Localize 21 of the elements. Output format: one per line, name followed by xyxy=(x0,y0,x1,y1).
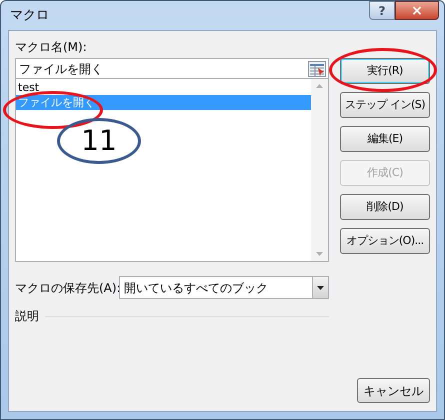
help-button[interactable]: ? xyxy=(369,1,395,20)
storage-dropdown[interactable]: 開いているすべてのブック xyxy=(119,276,329,299)
dialog-button[interactable]: 編集(E) xyxy=(340,126,430,152)
dialog-button[interactable]: ステップ イン(S) xyxy=(340,92,430,118)
dialog-button[interactable]: 削除(D) xyxy=(340,194,430,220)
dialog-button[interactable]: オプション(O)... xyxy=(340,228,430,254)
macro-list-item[interactable]: test xyxy=(16,80,311,95)
dialog-button[interactable]: 実行(R) xyxy=(340,58,430,84)
macro-name-field[interactable]: ファイルを開く xyxy=(19,60,308,78)
macro-name-box[interactable]: ファイルを開く xyxy=(15,58,329,79)
description-label: 説明 xyxy=(15,308,39,325)
window-title: マクロ xyxy=(10,7,49,25)
dropdown-arrow-icon xyxy=(317,286,324,290)
number-callout: 11 xyxy=(57,118,141,164)
storage-label: マクロの保存先(A): xyxy=(15,280,119,296)
scrollbar[interactable] xyxy=(311,79,328,261)
scroll-down-icon[interactable] xyxy=(316,252,323,256)
macro-name-label: マクロ名(M): xyxy=(15,39,88,55)
scroll-up-icon[interactable] xyxy=(316,84,323,88)
cancel-button[interactable]: キャンセル xyxy=(357,378,430,403)
table-icon[interactable] xyxy=(308,60,326,76)
